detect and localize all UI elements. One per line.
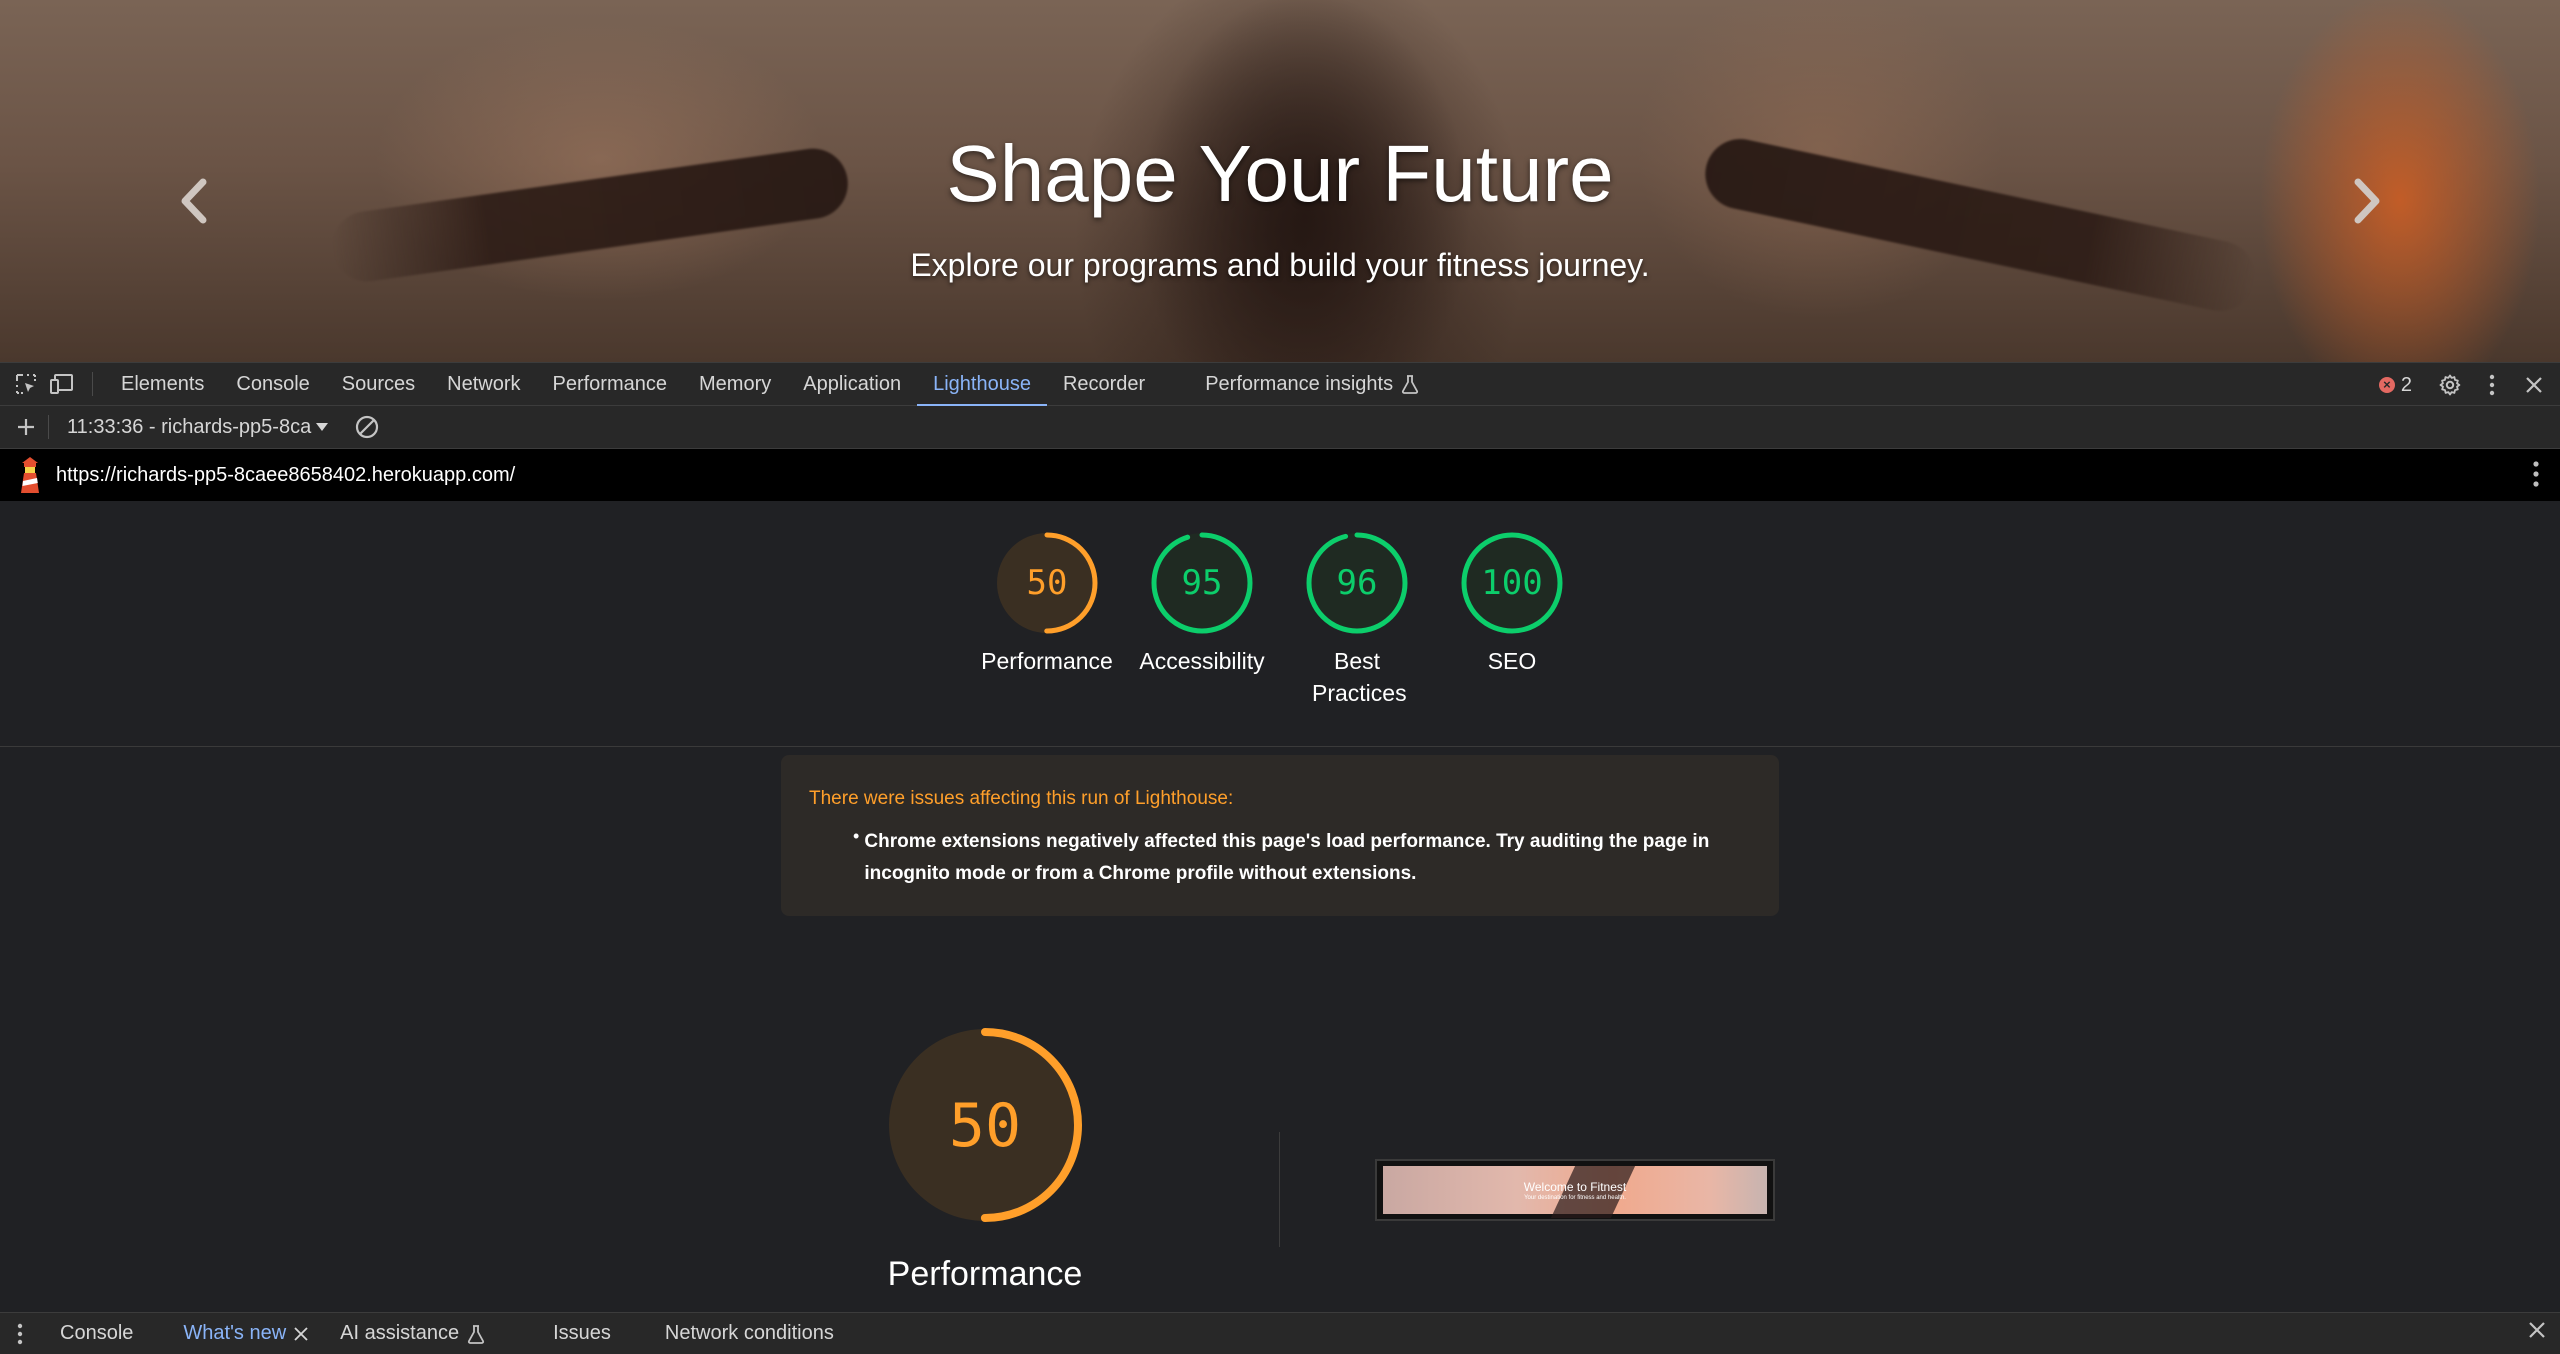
tab-network[interactable]: Network [431,362,536,406]
report-selector-dropdown[interactable]: 11:33:36 - richards-pp5-8ca [67,416,329,439]
gauge-performance-score: 50 [1027,563,1068,603]
gauge-performance[interactable]: 50 Performance [972,531,1122,677]
gauge-accessibility-score: 95 [1182,563,1223,603]
audited-url[interactable]: https://richards-pp5-8caee8658402.heroku… [56,464,515,487]
drawer-tab-console-label: Console [60,1322,134,1344]
warnings-title: There were issues affecting this run of … [809,788,1234,809]
performance-main-gauge: 50 [880,1020,1090,1230]
report-url-bar: https://richards-pp5-8caee8658402.heroku… [0,449,2560,501]
tab-sources[interactable]: Sources [326,362,431,406]
close-tab-icon[interactable] [294,1326,308,1341]
tab-performance-insights[interactable]: Performance insights [1189,362,1435,406]
tab-memory[interactable]: Memory [683,362,787,406]
drawer-tab-network-conditions[interactable]: Network conditions [651,1322,848,1345]
new-report-plus-icon[interactable] [8,409,44,445]
close-drawer-icon[interactable] [2528,1321,2546,1344]
error-counter[interactable]: × 2 [2378,373,2412,397]
thumbnail-title: Welcome to Fitnest [1523,1180,1627,1194]
gauge-seo[interactable]: 100 SEO [1437,531,1587,677]
caret-down-icon [316,423,329,431]
run-warnings-box: There were issues affecting this run of … [781,755,1779,916]
toolbar-divider [92,372,93,396]
tab-performance[interactable]: Performance [537,362,684,406]
hero-title: Shape Your Future [946,129,1614,218]
drawer-menu-icon[interactable] [8,1316,32,1352]
gauge-best-practices-ring: 96 [1306,532,1408,634]
tab-elements[interactable]: Elements [105,362,220,406]
drawer-tab-issues-label: Issues [553,1322,611,1344]
gauge-best-practices[interactable]: 96 Best Practices [1282,531,1432,709]
section-divider [1279,1132,1280,1247]
thumbnail-subtitle: Your destination for fitness and health. [1524,1195,1626,1201]
device-toolbar-icon[interactable] [44,366,80,402]
devtools-drawer: Console What's new AI assistance Issues … [0,1312,2560,1354]
gauge-seo-ring: 100 [1461,532,1563,634]
clear-reports-icon[interactable] [349,409,385,445]
bullet-icon: • [853,826,860,846]
drawer-tab-issues[interactable]: Issues [539,1322,625,1345]
gauge-accessibility[interactable]: 95 Accessibility [1127,531,1277,677]
lighthouse-toolbar: 11:33:36 - richards-pp5-8ca [0,406,2560,449]
more-options-icon[interactable] [2474,367,2510,403]
hero-carousel: Shape Your Future Explore our programs a… [0,0,2560,362]
gauge-best-practices-label: Best Practices [1312,648,1407,706]
drawer-tab-whats-new-label: What's new [183,1322,287,1344]
experiment-flask-icon [1402,375,1419,394]
gauge-performance-ring: 50 [996,532,1098,634]
warning-text: Chrome extensions negatively affected th… [864,831,1710,884]
gauge-seo-score: 100 [1481,563,1542,603]
drawer-tab-network-conditions-label: Network conditions [664,1322,834,1344]
gauge-seo-label: SEO [1487,648,1537,674]
tab-application[interactable]: Application [787,362,917,406]
close-devtools-icon[interactable] [2516,367,2552,403]
error-icon: × [2378,377,2395,393]
performance-main-score: 50 [949,1091,1021,1161]
drawer-tab-ai-assistance-label: AI assistance [340,1322,460,1344]
drawer-tab-whats-new[interactable]: What's new [169,1322,322,1345]
drawer-tab-console[interactable]: Console [46,1322,147,1345]
warning-item: • Chrome extensions negatively affected … [853,826,1751,890]
inspect-element-icon[interactable] [8,366,44,402]
devtools-tab-bar: Elements Console Sources Network Perform… [0,362,2560,407]
report-menu-icon[interactable] [2532,459,2540,494]
final-screenshot-thumbnail[interactable]: Welcome to Fitnest Your destination for … [1375,1159,1775,1221]
error-count: 2 [2400,373,2412,396]
tab-lighthouse[interactable]: Lighthouse [917,362,1047,407]
toolbar-divider [48,415,49,439]
score-gauges: 50 Performance 95 Accessibility 96 Best … [0,501,2560,747]
experiment-flask-icon [468,1324,485,1344]
lighthouse-logo-icon [21,457,39,493]
tab-console[interactable]: Console [220,362,325,406]
gauge-accessibility-ring: 95 [1151,532,1253,634]
settings-gear-icon[interactable] [2432,367,2468,403]
performance-main-label: Performance [887,1255,1083,1293]
thumbnail-image: Welcome to Fitnest Your destination for … [1383,1166,1767,1218]
gauge-performance-label: Performance [981,648,1113,674]
gauge-best-practices-score: 96 [1337,563,1378,603]
tab-performance-insights-label: Performance insights [1205,373,1394,395]
report-selector-value: 11:33:36 - richards-pp5-8ca [67,415,312,438]
gauge-accessibility-label: Accessibility [1139,648,1265,674]
tab-recorder[interactable]: Recorder [1047,362,1161,406]
drawer-tab-ai-assistance[interactable]: AI assistance [326,1322,499,1345]
devtools-right-controls: × 2 [2378,363,2552,407]
hero-subtitle: Explore our programs and build your fitn… [910,247,1650,283]
performance-main-gauge-ring: 50 [888,1028,1082,1222]
